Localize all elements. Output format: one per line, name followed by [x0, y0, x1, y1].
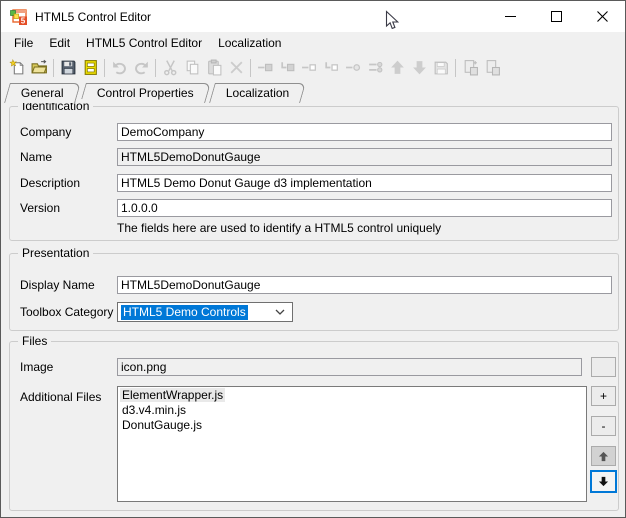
app-window: 5 HTML5 Control Editor File Edit HTML5 C…	[0, 0, 626, 518]
app-icon: 5	[10, 8, 27, 25]
delete-icon	[225, 57, 247, 79]
image-browse-button[interactable]	[591, 357, 616, 377]
company-label: Company	[20, 125, 72, 139]
description-input[interactable]	[117, 174, 612, 192]
add-enum-icon	[364, 57, 386, 79]
display-name-input[interactable]	[117, 276, 612, 294]
files-group: Files Image Additional Files ElementWrap…	[9, 334, 619, 511]
close-icon	[596, 11, 608, 22]
company-input[interactable]	[117, 123, 612, 141]
cut-icon	[159, 57, 181, 79]
copy-icon	[181, 57, 203, 79]
menu-edit[interactable]: Edit	[41, 33, 78, 53]
maximize-icon	[550, 11, 562, 22]
identification-note: The fields here are used to identify a H…	[117, 221, 442, 235]
toolbox-category-combobox[interactable]: HTML5 Demo Controls	[117, 302, 293, 322]
list-item[interactable]: ElementWrapper.js	[119, 388, 585, 403]
toolbox-category-label: Toolbox Category	[20, 305, 114, 319]
add-property-icon	[298, 57, 320, 79]
export-localization-icon	[481, 57, 503, 79]
menu-html5-control-editor[interactable]: HTML5 Control Editor	[78, 33, 210, 53]
toolbar	[1, 54, 625, 81]
add-sub-item-icon	[276, 57, 298, 79]
presentation-legend: Presentation	[18, 246, 94, 260]
redo-icon	[130, 57, 152, 79]
svg-text:5: 5	[21, 16, 26, 24]
menu-bar: File Edit HTML5 Control Editor Localizat…	[1, 32, 625, 54]
version-label: Version	[20, 201, 61, 215]
tab-strip: General Control Properties Localization	[4, 83, 309, 103]
close-button[interactable]	[579, 1, 625, 32]
move-down-icon	[408, 57, 430, 79]
presentation-group: Presentation Display Name Toolbox Catego…	[9, 246, 619, 331]
additional-files-label: Additional Files	[20, 390, 102, 404]
toolbar-separator	[155, 58, 156, 77]
down-arrow-icon	[598, 476, 609, 487]
tab-general[interactable]: General	[4, 83, 81, 103]
maximize-button[interactable]	[533, 1, 579, 32]
toolbox-category-value: HTML5 Demo Controls	[121, 304, 248, 320]
image-label: Image	[20, 360, 54, 374]
add-event-icon	[342, 57, 364, 79]
menu-file[interactable]: File	[6, 33, 41, 53]
display-name-label: Display Name	[20, 278, 95, 292]
paste-icon	[203, 57, 225, 79]
description-label: Description	[20, 176, 81, 190]
version-input[interactable]	[117, 199, 612, 217]
files-legend: Files	[18, 334, 52, 348]
additional-files-listbox[interactable]: ElementWrapper.js d3.v4.min.js DonutGaug…	[117, 386, 587, 502]
name-input	[117, 148, 612, 166]
window-title: HTML5 Control Editor	[35, 9, 152, 24]
toolbar-separator	[53, 58, 54, 77]
add-sub-property-icon	[320, 57, 342, 79]
move-file-up-button[interactable]	[591, 446, 616, 466]
save-all-icon[interactable]	[79, 57, 101, 79]
tab-control-properties[interactable]: Control Properties	[79, 83, 211, 103]
toolbar-separator	[104, 58, 105, 77]
move-file-down-button[interactable]	[590, 470, 617, 493]
toolbar-separator	[455, 58, 456, 77]
title-bar: 5 HTML5 Control Editor	[1, 1, 625, 32]
add-item-icon	[254, 57, 276, 79]
move-up-icon	[386, 57, 408, 79]
add-file-button[interactable]: +	[591, 386, 616, 406]
identification-group: Identification Company Name Description …	[9, 99, 619, 241]
up-arrow-icon	[598, 451, 609, 461]
undo-icon	[108, 57, 130, 79]
remove-file-button[interactable]: -	[591, 416, 616, 436]
menu-localization[interactable]: Localization	[210, 33, 289, 53]
new-icon[interactable]	[6, 57, 28, 79]
minimize-icon	[504, 16, 516, 17]
chevron-down-icon	[275, 309, 285, 315]
name-label: Name	[20, 150, 53, 164]
list-item[interactable]: d3.v4.min.js	[119, 403, 585, 418]
toolbar-separator	[250, 58, 251, 77]
list-item[interactable]: DonutGauge.js	[119, 418, 585, 433]
minimize-button[interactable]	[487, 1, 533, 32]
open-icon[interactable]	[28, 57, 50, 79]
save-as-icon	[430, 57, 452, 79]
tab-localization[interactable]: Localization	[209, 83, 307, 103]
save-icon[interactable]	[57, 57, 79, 79]
image-input	[117, 358, 582, 376]
import-localization-icon	[459, 57, 481, 79]
